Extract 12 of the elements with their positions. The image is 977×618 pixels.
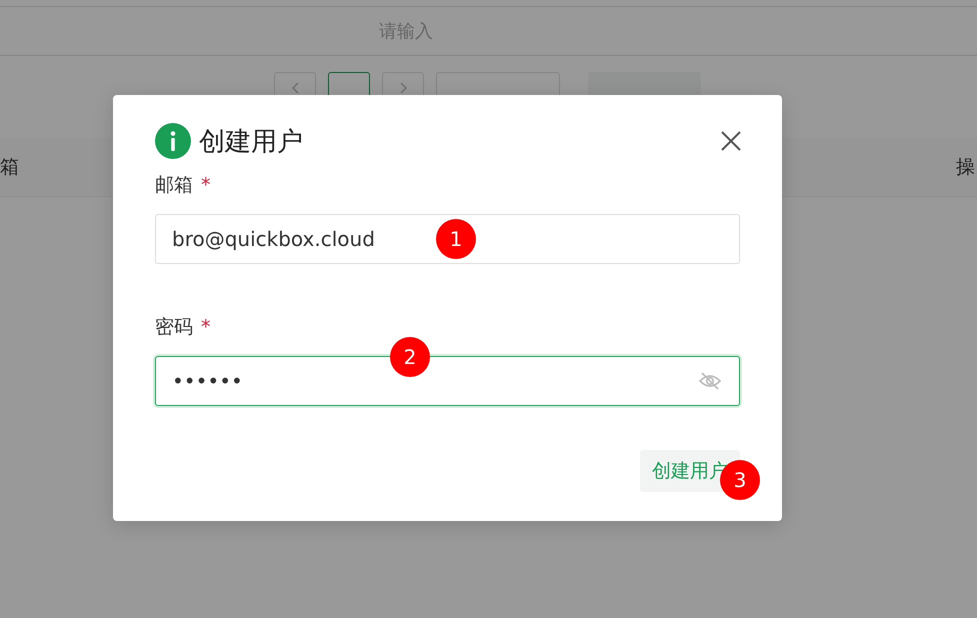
close-icon — [720, 130, 742, 152]
field-label: 密码 — [155, 315, 193, 340]
info-icon — [155, 123, 191, 159]
field-label: 邮箱 — [155, 173, 193, 198]
dialog-title: 创建用户 — [199, 126, 304, 158]
close-button[interactable] — [720, 130, 742, 152]
column-header: 箱 — [0, 155, 19, 180]
chevron-right-icon — [400, 82, 406, 94]
required-mark: * — [201, 316, 210, 338]
column-header: 操 — [956, 155, 975, 180]
chevron-left-icon — [292, 82, 298, 94]
required-mark: * — [201, 174, 210, 196]
